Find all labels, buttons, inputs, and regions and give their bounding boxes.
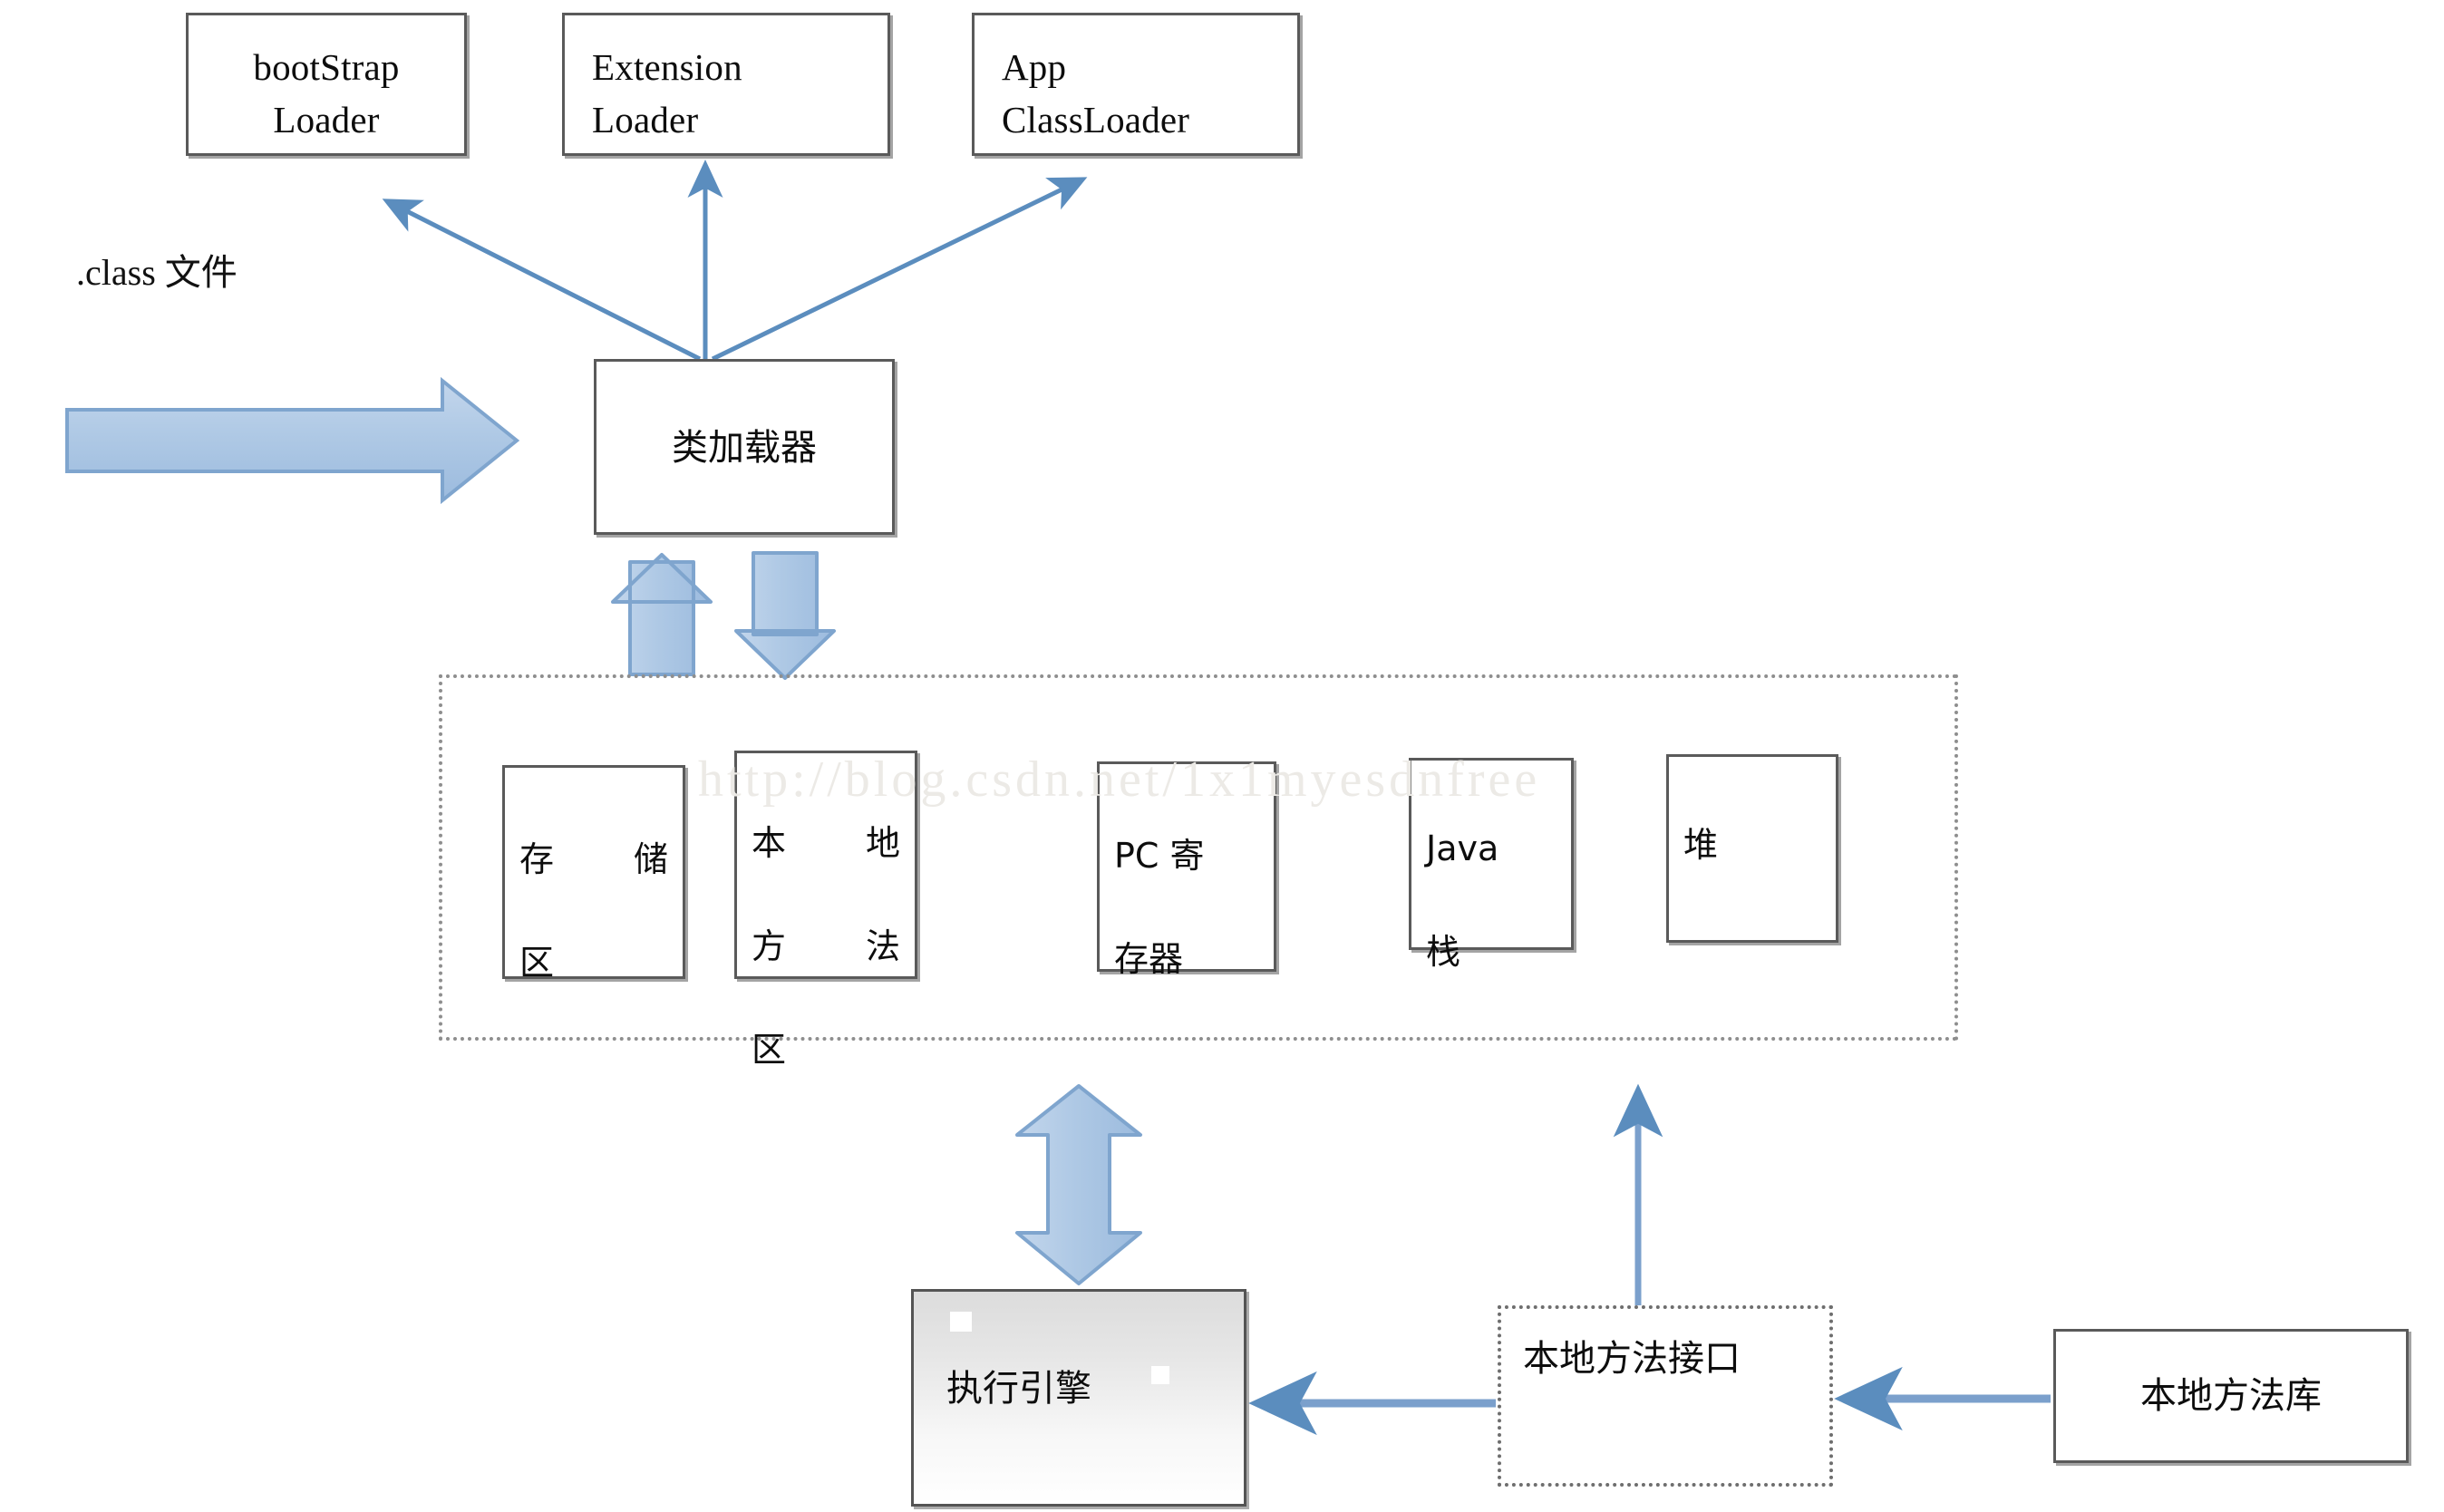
heap-box[interactable]: 堆 <box>1666 754 1838 943</box>
render-artifact-2 <box>1151 1366 1169 1384</box>
storage-area-box[interactable]: 存储 区 <box>502 765 685 983</box>
jvm-architecture-diagram: bootStrap Loader Extension Loader App Cl… <box>0 0 2444 1512</box>
bootstrap-loader-box[interactable]: bootStrap Loader <box>186 13 467 156</box>
app-classloader-label-line2: ClassLoader <box>1002 99 1190 141</box>
native-method-interface-label: 本地方法接口 <box>1523 1338 1741 1380</box>
class-loader-box[interactable]: 类加载器 <box>594 359 895 535</box>
native-method-library-label: 本地方法库 <box>2140 1375 2322 1417</box>
loader-to-bootstrap-arrow <box>382 199 702 362</box>
bootstrap-loader-label-line2: Loader <box>273 99 380 141</box>
native-method-area-label-line1: 本地 <box>752 823 900 863</box>
class-loader-label: 类加载器 <box>672 427 817 469</box>
heap-label: 堆 <box>1669 768 1836 923</box>
loader-to-runtime-arrow <box>734 551 836 680</box>
class-file-input-arrow <box>65 376 520 505</box>
extension-loader-box[interactable]: Extension Loader <box>562 13 890 156</box>
app-classloader-box[interactable]: App ClassLoader <box>972 13 1300 156</box>
heap-label-line1: 堆 <box>1683 825 1719 865</box>
extension-loader-label-line1: Extension <box>592 46 742 88</box>
app-classloader-label-line1: App <box>1002 46 1067 88</box>
native-method-interface-box[interactable]: 本地方法接口 <box>1498 1305 1833 1487</box>
runtime-to-loader-arrow <box>611 553 713 676</box>
pc-register-label-line1: PC 寄 <box>1114 836 1205 876</box>
class-file-caption: .class 文件 <box>76 243 238 296</box>
pc-register-label: PC 寄 存器 <box>1100 779 1274 1037</box>
storage-area-label: 存储 区 <box>505 782 683 1041</box>
runtime-engine-arrow <box>1015 1084 1142 1285</box>
native-method-library-box[interactable]: 本地方法库 <box>2053 1329 2409 1463</box>
class-file-caption-cjk: 文件 <box>164 252 238 294</box>
runtime-data-area-container: 存储 区 本地 方法 区 PC 寄 存器 Java 栈 堆 <box>439 674 1958 1070</box>
storage-area-label-line1: 存储 <box>519 839 668 879</box>
pc-register-label-line2: 存器 <box>1114 939 1184 979</box>
java-stack-label-line2: 栈 <box>1426 932 1461 972</box>
java-stack-label-line1: Java <box>1426 829 1499 868</box>
loader-to-app-arrow <box>711 177 1088 362</box>
execution-engine-label: 执行引擎 <box>946 1368 1091 1410</box>
native-method-area-label-line3: 区 <box>752 1030 787 1070</box>
storage-area-label-line2: 区 <box>519 943 555 983</box>
watermark-text: http://blog.csdn.net/1x1myesdnfree <box>698 751 1541 808</box>
class-file-caption-latin: .class <box>76 252 156 293</box>
extension-loader-label-line2: Loader <box>592 99 699 141</box>
execution-engine-box[interactable]: 执行引擎 <box>911 1289 1246 1507</box>
bootstrap-loader-label-line1: bootStrap <box>253 46 400 88</box>
native-method-area-label: 本地 方法 区 <box>737 766 915 1128</box>
java-stack-label: Java 栈 <box>1411 771 1571 1030</box>
native-method-area-label-line2: 方法 <box>752 926 900 966</box>
render-artifact-1 <box>950 1312 972 1332</box>
